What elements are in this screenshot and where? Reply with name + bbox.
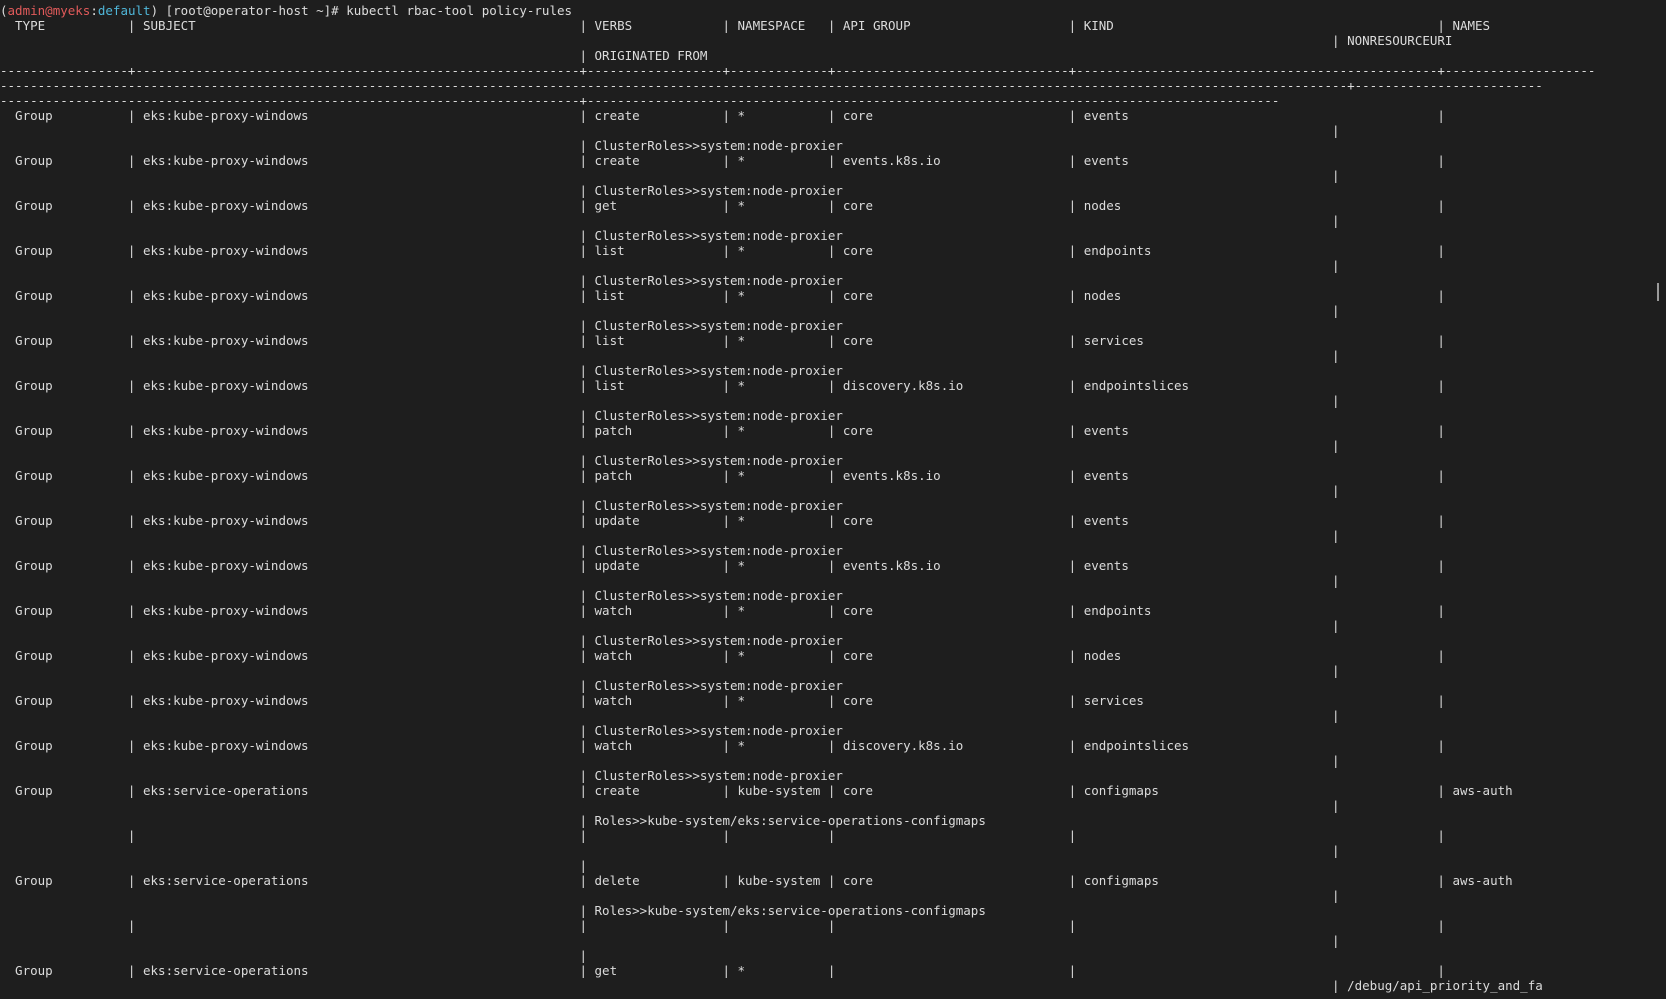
output-line: Group | eks:kube-proxy-windows | watch |… bbox=[0, 603, 1445, 618]
output-line: Group | eks:kube-proxy-windows | patch |… bbox=[0, 423, 1445, 438]
output-line: Group | eks:kube-proxy-windows | patch |… bbox=[0, 468, 1445, 483]
output-line: | bbox=[0, 753, 1340, 768]
output-line: Group | eks:kube-proxy-windows | list | … bbox=[0, 333, 1445, 348]
output-line: | ClusterRoles>>system:node-proxier bbox=[0, 273, 843, 288]
output-line: | bbox=[0, 303, 1340, 318]
output-line: | ClusterRoles>>system:node-proxier bbox=[0, 723, 843, 738]
output-line: | bbox=[0, 618, 1340, 633]
prompt-close-paren: ) bbox=[150, 3, 159, 18]
output-line: | ClusterRoles>>system:node-proxier bbox=[0, 588, 843, 603]
output-line: | bbox=[0, 843, 1340, 858]
output-line: Group | eks:service-operations | get | *… bbox=[0, 963, 1445, 978]
scrollbar-thumb[interactable] bbox=[1657, 283, 1659, 301]
output-line: | bbox=[0, 123, 1340, 138]
output-line: Group | eks:kube-proxy-windows | update … bbox=[0, 513, 1445, 528]
prompt-cluster: myeks bbox=[52, 3, 91, 18]
output-line: | bbox=[0, 663, 1340, 678]
prompt-namespace: default bbox=[97, 3, 151, 18]
output-line: | /debug/api_priority_and_fa bbox=[0, 978, 1543, 993]
output-line: | | | | | | bbox=[0, 828, 1445, 843]
output-line: Group | eks:kube-proxy-windows | list | … bbox=[0, 288, 1445, 303]
output-line: | ClusterRoles>>system:node-proxier bbox=[0, 183, 843, 198]
output-line: | | | | | | bbox=[0, 918, 1445, 933]
output-line: -----------------+----------------------… bbox=[0, 63, 1596, 78]
output-line: | ClusterRoles>>system:node-proxier bbox=[0, 498, 843, 513]
output-line: Group | eks:kube-proxy-windows | create … bbox=[0, 153, 1445, 168]
output-line: | ClusterRoles>>system:node-proxier bbox=[0, 318, 843, 333]
prompt-open-paren: ( bbox=[0, 3, 8, 18]
output-line: | bbox=[0, 948, 587, 963]
prompt-colon: : bbox=[90, 3, 98, 18]
shell-prompt: (admin@myeks:default) [root@operator-hos… bbox=[0, 3, 572, 18]
output-line: Group | eks:kube-proxy-windows | watch |… bbox=[0, 738, 1445, 753]
output-line: | Roles>>kube-system/eks:service-operati… bbox=[0, 903, 986, 918]
output-line: Group | eks:service-operations | create … bbox=[0, 783, 1513, 798]
output-line: | bbox=[0, 258, 1340, 273]
command-text: kubectl rbac-tool policy-rules bbox=[346, 3, 573, 18]
output-line: | ClusterRoles>>system:node-proxier bbox=[0, 138, 843, 153]
output-line: TYPE | SUBJECT | VERBS | NAMESPACE | API… bbox=[0, 18, 1491, 33]
output-line: | bbox=[0, 573, 1340, 588]
output-line: | bbox=[0, 888, 1340, 903]
output-line: Group | eks:service-operations | delete … bbox=[0, 873, 1513, 888]
output-line: Group | eks:kube-proxy-windows | watch |… bbox=[0, 648, 1445, 663]
output-line: Group | eks:kube-proxy-windows | watch |… bbox=[0, 693, 1445, 708]
output-line: Group | eks:kube-proxy-windows | create … bbox=[0, 108, 1445, 123]
prompt-at: @ bbox=[45, 3, 53, 18]
output-line: Group | eks:kube-proxy-windows | list | … bbox=[0, 243, 1445, 258]
terminal-window[interactable]: (admin@myeks:default) [root@operator-hos… bbox=[0, 0, 1666, 999]
output-line: | bbox=[0, 933, 1340, 948]
output-line: | bbox=[0, 168, 1340, 183]
output-line: | Roles>>kube-system/eks:service-operati… bbox=[0, 813, 986, 828]
prompt-shell: [root@operator-host ~]# bbox=[158, 3, 347, 18]
output-line: | bbox=[0, 483, 1340, 498]
prompt-user: admin bbox=[7, 3, 46, 18]
output-line: | bbox=[0, 213, 1340, 228]
output-line: | ClusterRoles>>system:node-proxier bbox=[0, 543, 843, 558]
output-line: | bbox=[0, 798, 1340, 813]
output-line: | bbox=[0, 393, 1340, 408]
output-line: Group | eks:kube-proxy-windows | update … bbox=[0, 558, 1445, 573]
output-line: | bbox=[0, 528, 1340, 543]
output-line: | ClusterRoles>>system:node-proxier bbox=[0, 453, 843, 468]
output-line: ----------------------------------------… bbox=[0, 93, 1280, 108]
output-line: Group | eks:kube-proxy-windows | get | *… bbox=[0, 198, 1445, 213]
output-line: Group | eks:kube-proxy-windows | list | … bbox=[0, 378, 1445, 393]
output-line: | bbox=[0, 858, 587, 873]
output-line: ----------------------------------------… bbox=[0, 78, 1543, 93]
output-line: | ClusterRoles>>system:node-proxier bbox=[0, 228, 843, 243]
output-line: | ClusterRoles>>system:node-proxier bbox=[0, 633, 843, 648]
output-line: | NONRESOURCEURI bbox=[0, 33, 1453, 48]
output-line: | ClusterRoles>>system:node-proxier bbox=[0, 768, 843, 783]
output-line: | bbox=[0, 708, 1340, 723]
output-line: | ClusterRoles>>system:node-proxier bbox=[0, 678, 843, 693]
output-line: | ClusterRoles>>system:node-proxier bbox=[0, 363, 843, 378]
output-line: | ORIGINATED FROM bbox=[0, 48, 708, 63]
output-line: | bbox=[0, 438, 1340, 453]
output-line: | ClusterRoles>>system:node-proxier bbox=[0, 408, 843, 423]
output-line: | bbox=[0, 348, 1340, 363]
